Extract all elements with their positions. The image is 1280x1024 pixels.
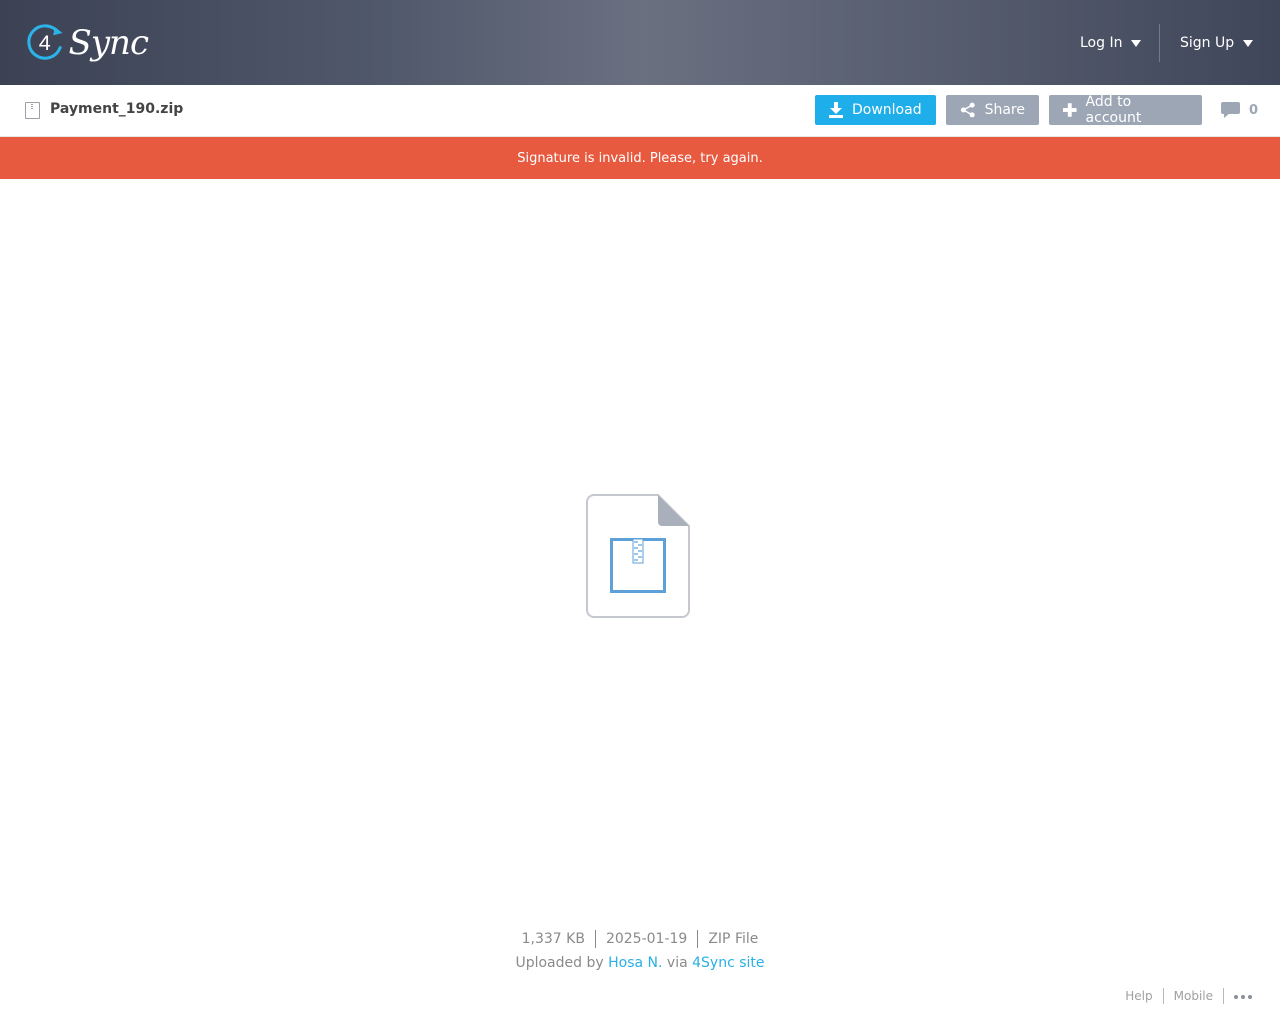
footer: Help Mobile	[1125, 988, 1252, 1004]
file-size: 1,337 KB	[521, 931, 585, 947]
meta-divider	[697, 930, 699, 948]
login-label: Log In	[1080, 35, 1123, 51]
add-to-account-button[interactable]: Add to account	[1049, 94, 1202, 126]
chevron-down-icon	[1131, 39, 1142, 47]
download-label: Download	[852, 102, 922, 118]
share-icon	[960, 102, 975, 118]
add-to-account-label: Add to account	[1085, 94, 1142, 126]
file-name: Payment_190.zip	[50, 101, 184, 117]
uploader-link[interactable]: Hosa N.	[608, 955, 662, 971]
footer-divider	[1162, 988, 1164, 1004]
login-menu[interactable]: Log In	[1080, 24, 1142, 62]
file-meta: 1,337 KB 2025-01-19 ZIP File	[0, 930, 1280, 948]
sync-logo-icon: 4	[27, 24, 63, 60]
zip-archive-icon	[586, 494, 690, 618]
download-icon	[829, 102, 843, 118]
file-date: 2025-01-19	[605, 931, 688, 947]
more-icon[interactable]	[1234, 993, 1252, 999]
header-divider	[1159, 24, 1160, 62]
via-word: via	[666, 955, 688, 971]
logo-text: Sync	[68, 23, 149, 63]
logo[interactable]: 4 Sync	[24, 16, 149, 70]
help-link[interactable]: Help	[1125, 989, 1152, 1003]
uploaded-prefix: Uploaded by	[515, 955, 604, 971]
zip-file-icon	[25, 102, 40, 119]
uploaded-by: Uploaded by Hosa N. via 4Sync site	[0, 955, 1280, 971]
download-button[interactable]: Download	[815, 95, 936, 125]
comment-icon	[1221, 102, 1240, 118]
signup-label: Sign Up	[1180, 35, 1235, 51]
meta-divider	[594, 930, 596, 948]
top-header: 4 Sync Log In Sign Up	[0, 0, 1280, 85]
chevron-down-icon	[1243, 39, 1254, 47]
comments-button[interactable]: 0	[1221, 102, 1258, 119]
signup-menu[interactable]: Sign Up	[1180, 24, 1254, 62]
footer-divider	[1223, 988, 1224, 1004]
share-button[interactable]: Share	[946, 95, 1039, 125]
file-toolbar: Payment_190.zip Download Share Add to ac…	[0, 85, 1280, 137]
plus-icon	[1063, 103, 1077, 117]
error-alert: Signature is invalid. Please, try again.	[0, 137, 1280, 179]
svg-text:4: 4	[39, 31, 51, 55]
comments-count: 0	[1249, 103, 1259, 118]
mobile-link[interactable]: Mobile	[1174, 989, 1213, 1003]
file-type: ZIP File	[708, 931, 759, 947]
source-link[interactable]: 4Sync site	[692, 955, 764, 971]
share-label: Share	[984, 102, 1025, 118]
alert-message: Signature is invalid. Please, try again.	[517, 150, 763, 166]
